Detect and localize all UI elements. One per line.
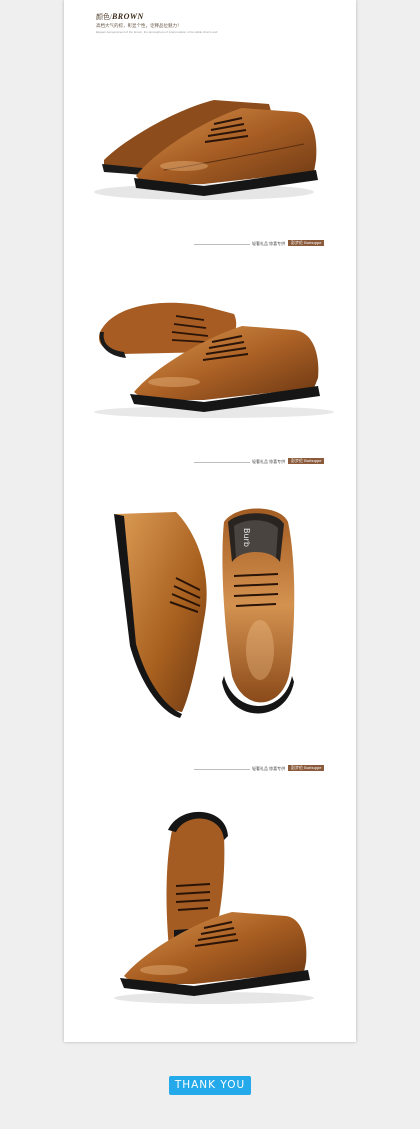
product-detail-card: 颜色/BROWN 高档大气的棕，彰显个性，诠释品位魅力！ Elegant tem… (64, 0, 356, 1042)
brand-tag: 彭步伦 Burbuppe (288, 765, 325, 771)
brand-row: 轻奢礼品 惊喜专供 彭步伦 Burbuppe (194, 765, 354, 773)
shoe-photo-side (64, 80, 356, 220)
shoe-photo-pair (64, 290, 356, 430)
divider-line (194, 462, 250, 463)
divider-line (194, 244, 250, 245)
color-subtitle: 高档大气的棕，彰显个性，诠释品位魅力！ (96, 23, 182, 28)
insole-brand-text: Burb (242, 528, 251, 547)
shoe-photo-top: Burb (64, 500, 356, 730)
brand-tag: 彭步伦 Burbuppe (288, 458, 325, 464)
color-title: 颜色/BROWN (96, 12, 144, 21)
brand-row: 轻奢礼品 惊喜专供 彭步伦 Burbuppe (194, 240, 354, 248)
thank-you-button[interactable]: THANK YOU (169, 1076, 251, 1095)
color-fine-print: Elegant temperament of the brown, the at… (96, 30, 218, 34)
brand-row: 轻奢礼品 惊喜专供 彭步伦 Burbuppe (194, 458, 354, 466)
color-header: 颜色/BROWN 高档大气的棕，彰显个性，诠释品位魅力！ Elegant tem… (96, 12, 336, 34)
brand-row-text: 轻奢礼品 惊喜专供 (252, 766, 286, 771)
shoe-photo-stacked (64, 800, 356, 1010)
brand-tag: 彭步伦 Burbuppe (288, 240, 325, 246)
brand-row-text: 轻奢礼品 惊喜专供 (252, 459, 286, 464)
brand-row-text: 轻奢礼品 惊喜专供 (252, 241, 286, 246)
divider-line (194, 769, 250, 770)
